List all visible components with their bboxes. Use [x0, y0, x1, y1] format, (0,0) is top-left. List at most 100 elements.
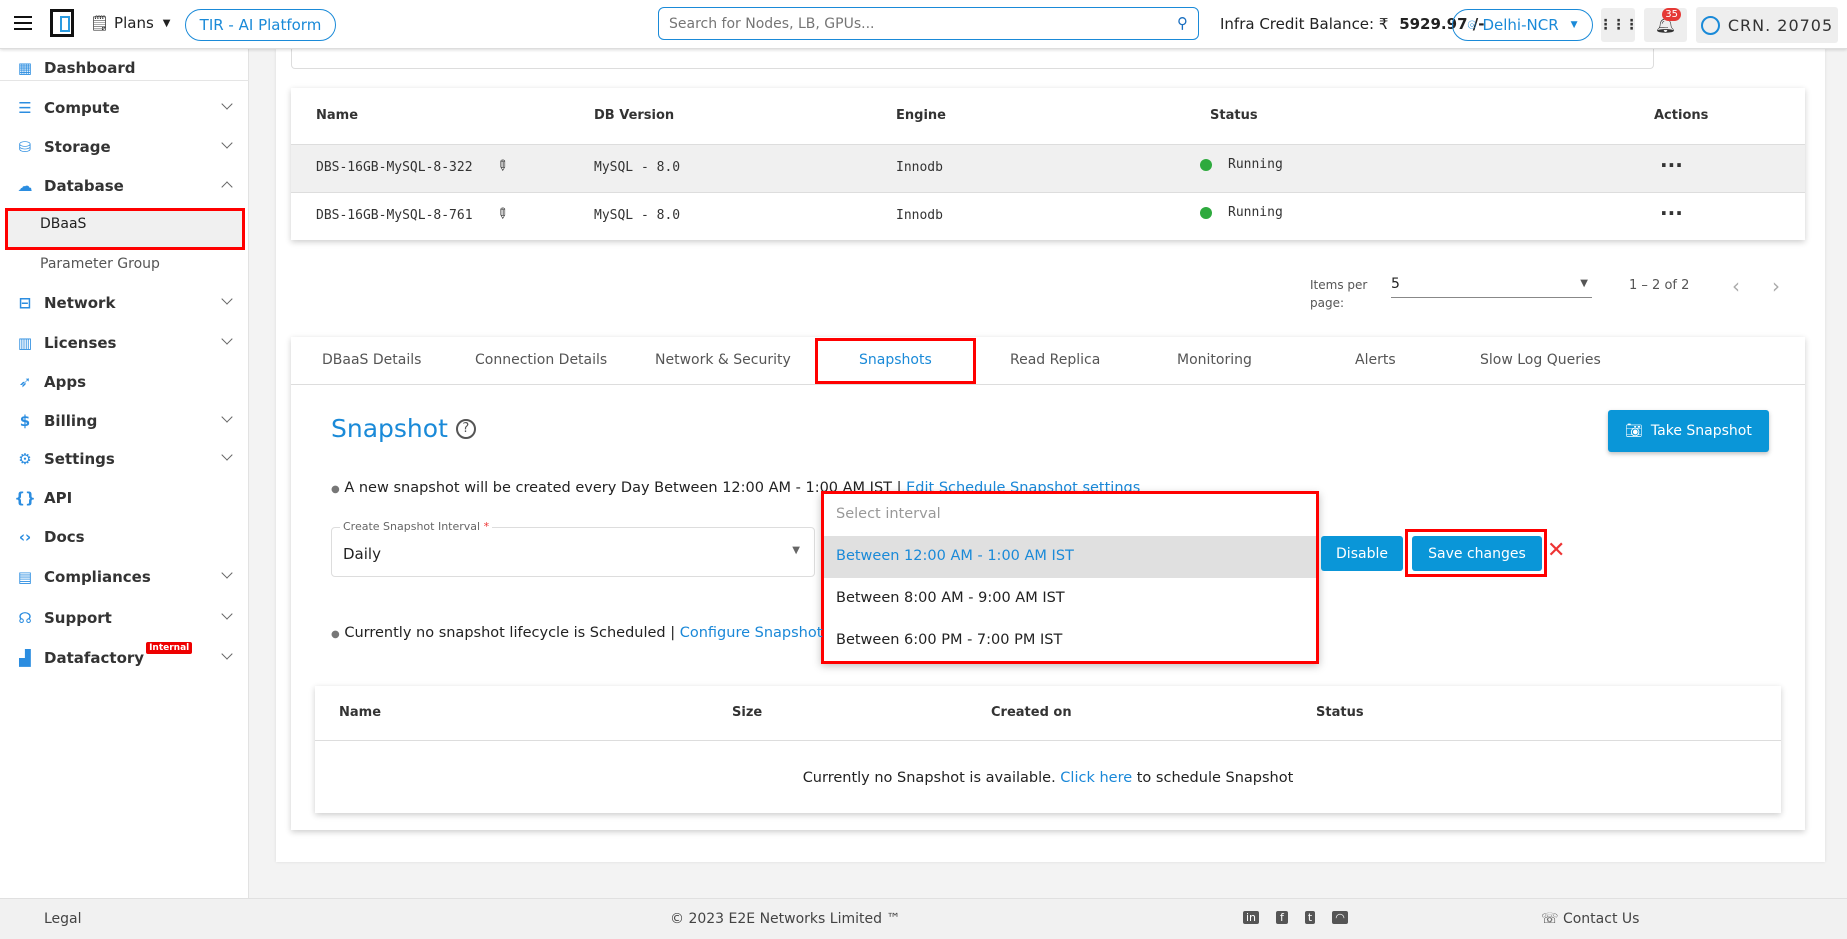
db-engine: Innodb [896, 160, 943, 175]
db-version: MySQL - 8.0 [594, 160, 681, 175]
twitter-icon[interactable]: t [1304, 911, 1316, 924]
snapshot-column-created-on: Created on [991, 705, 1072, 720]
search-box[interactable]: ⚲ [658, 7, 1199, 40]
snapshot-column-status: Status [1316, 705, 1364, 720]
items-per-page-select[interactable]: 5 ▼ [1391, 276, 1592, 298]
copyright: © 2023 E2E Networks Limited ™ [670, 911, 901, 927]
column-header-db-version: DB Version [594, 108, 675, 123]
chevron-down-icon[interactable] [221, 137, 233, 149]
db-name[interactable]: DBS-16GB-MySQL-8-322 [316, 160, 473, 175]
contact-us-link[interactable]: ☏ Contact Us [1541, 911, 1639, 927]
facebook-icon[interactable]: f [1276, 911, 1288, 924]
tir-platform-button[interactable]: TIR - AI Platform [185, 9, 336, 41]
interval-label: Create Snapshot Interval [343, 520, 481, 533]
chevron-down-icon[interactable] [221, 567, 233, 579]
cancel-close-icon[interactable]: ✕ [1547, 538, 1565, 563]
dashboard-icon: ▦ [17, 59, 33, 77]
sidebar-subitem-parameter-group[interactable]: Parameter Group [40, 256, 160, 272]
plans-icon: 🗒 [90, 14, 110, 32]
search-input[interactable] [669, 16, 1149, 32]
sidebar-item-billing[interactable]: $ Billing [0, 403, 249, 439]
schedule-snapshot-link[interactable]: Click here [1060, 770, 1132, 786]
sidebar-item-docs[interactable]: ‹› Docs [0, 519, 249, 555]
chevron-down-icon[interactable] [221, 648, 233, 660]
apps-grid-button[interactable]: ⋮⋮⋮ [1599, 8, 1639, 42]
db-name[interactable]: DBS-16GB-MySQL-8-761 [316, 208, 473, 223]
sidebar-item-apps[interactable]: ➶ Apps [0, 364, 249, 400]
chevron-down-icon[interactable] [221, 608, 233, 620]
previous-card [291, 49, 1654, 69]
tab-connection-details[interactable]: Connection Details [475, 352, 607, 368]
location-pin-icon: ⌾ [1467, 16, 1477, 34]
plans-dropdown[interactable]: 🗒 Plans ▼ [90, 14, 170, 32]
sidebar-item-label: Storage [44, 138, 111, 156]
table-row[interactable]: DBS-16GB-MySQL-8-761 ✎ MySQL - 8.0 Innodb Ru… [291, 192, 1805, 240]
snapshot-interval-select[interactable]: Create Snapshot Interval * Daily ▼ [331, 520, 815, 577]
chevron-down-icon[interactable] [221, 411, 233, 423]
tab-dbaas-details[interactable]: DBaaS Details [322, 352, 421, 368]
credit-balance: Infra Credit Balance: ₹ 5929.97 /- [1220, 15, 1484, 33]
sidebar-item-support[interactable]: ☊ Support [0, 600, 249, 636]
sidebar-item-settings[interactable]: ⚙ Settings [0, 441, 249, 477]
legal-link[interactable]: Legal [44, 911, 82, 927]
sidebar-item-datafactory[interactable]: ▟ Datafactory Internal [0, 640, 249, 676]
account-button[interactable]: CRN. 20705 [1696, 7, 1838, 43]
disable-button[interactable]: Disable [1321, 536, 1403, 571]
status-dot [1200, 207, 1212, 219]
sidebar-item-compute[interactable]: ☰ Compute [0, 90, 249, 126]
more-actions-icon[interactable]: ··· [1660, 201, 1683, 225]
plans-label: Plans [114, 14, 154, 32]
tab-alerts[interactable]: Alerts [1355, 352, 1396, 368]
tab-monitoring[interactable]: Monitoring [1177, 352, 1252, 368]
sidebar-item-label: Licenses [44, 334, 117, 352]
caret-down-icon: ▼ [1580, 278, 1588, 289]
help-icon[interactable]: ? [455, 418, 476, 439]
tab-bar: DBaaS Details Connection Details Network &… [291, 337, 1805, 385]
edit-pencil-icon[interactable]: ✎ [492, 204, 512, 224]
db-engine: Innodb [896, 208, 943, 223]
sidebar-item-storage[interactable]: ⛁ Storage [0, 129, 249, 165]
notifications-button[interactable]: 🔔︎ 35 [1644, 8, 1687, 42]
search-icon[interactable]: ⚲ [1177, 14, 1188, 32]
tab-read-replica[interactable]: Read Replica [1010, 352, 1100, 368]
sidebar-item-database[interactable]: ☁ Database [0, 168, 249, 204]
edit-pencil-icon[interactable]: ✎ [492, 156, 512, 176]
footer: Legal © 2023 E2E Networks Limited ™ in f… [0, 898, 1847, 939]
column-header-actions: Actions [1654, 108, 1709, 123]
sidebar-item-label: Compliances [44, 568, 151, 586]
region-selector[interactable]: ⌾ Delhi-NCR ▼ [1452, 9, 1593, 41]
sidebar-item-licenses[interactable]: ▥ Licenses [0, 325, 249, 361]
sidebar-item-api[interactable]: {} API [0, 480, 249, 516]
braces-icon: {} [14, 489, 36, 507]
sidebar-item-compliances[interactable]: ▤ Compliances [0, 559, 249, 595]
hamburger-menu-icon[interactable] [14, 16, 32, 30]
e2e-logo[interactable] [50, 9, 74, 37]
code-icon: ‹› [18, 528, 32, 546]
take-snapshot-label: Take Snapshot [1650, 423, 1752, 439]
table-row[interactable]: DBS-16GB-MySQL-8-322 ✎ MySQL - 8.0 Innodb Ru… [291, 144, 1805, 192]
sidebar-item-network[interactable]: ⊟ Network [0, 285, 249, 321]
linkedin-icon[interactable]: in [1243, 911, 1260, 924]
snapshot-table: Currently no Snapshot is available. Clic… [315, 686, 1781, 813]
take-snapshot-button[interactable]: 📷︎ Take Snapshot [1608, 410, 1769, 452]
tab-slow-log-queries[interactable]: Slow Log Queries [1480, 352, 1601, 368]
status-text: Running [1228, 205, 1283, 220]
configure-snapshot-link[interactable]: Configure Snapshot [680, 625, 823, 641]
next-page-button[interactable]: › [1772, 274, 1780, 298]
chevron-down-icon[interactable] [221, 293, 233, 305]
rss-icon[interactable]: ◠ [1332, 911, 1348, 924]
sidebar-item-label: Datafactory [44, 649, 145, 667]
more-actions-icon[interactable]: ··· [1660, 153, 1683, 177]
chevron-down-icon[interactable] [221, 98, 233, 110]
database-icon: ⛁ [18, 138, 32, 156]
chevron-down-icon[interactable] [221, 449, 233, 461]
internal-badge: Internal [146, 642, 193, 654]
paginator: Items per page: 5 ▼ 1 – 2 of 2 ‹ › [1310, 274, 1810, 316]
rocket-icon: ➶ [18, 373, 32, 391]
snapshots-tab-highlight [815, 338, 976, 384]
previous-page-button[interactable]: ‹ [1732, 274, 1740, 298]
chevron-down-icon[interactable] [221, 333, 233, 345]
top-header: 🗒 Plans ▼ TIR - AI Platform ⚲ Infra Cred… [0, 0, 1847, 49]
chevron-up-icon[interactable] [221, 181, 233, 193]
tab-network-security[interactable]: Network & Security [655, 352, 791, 368]
